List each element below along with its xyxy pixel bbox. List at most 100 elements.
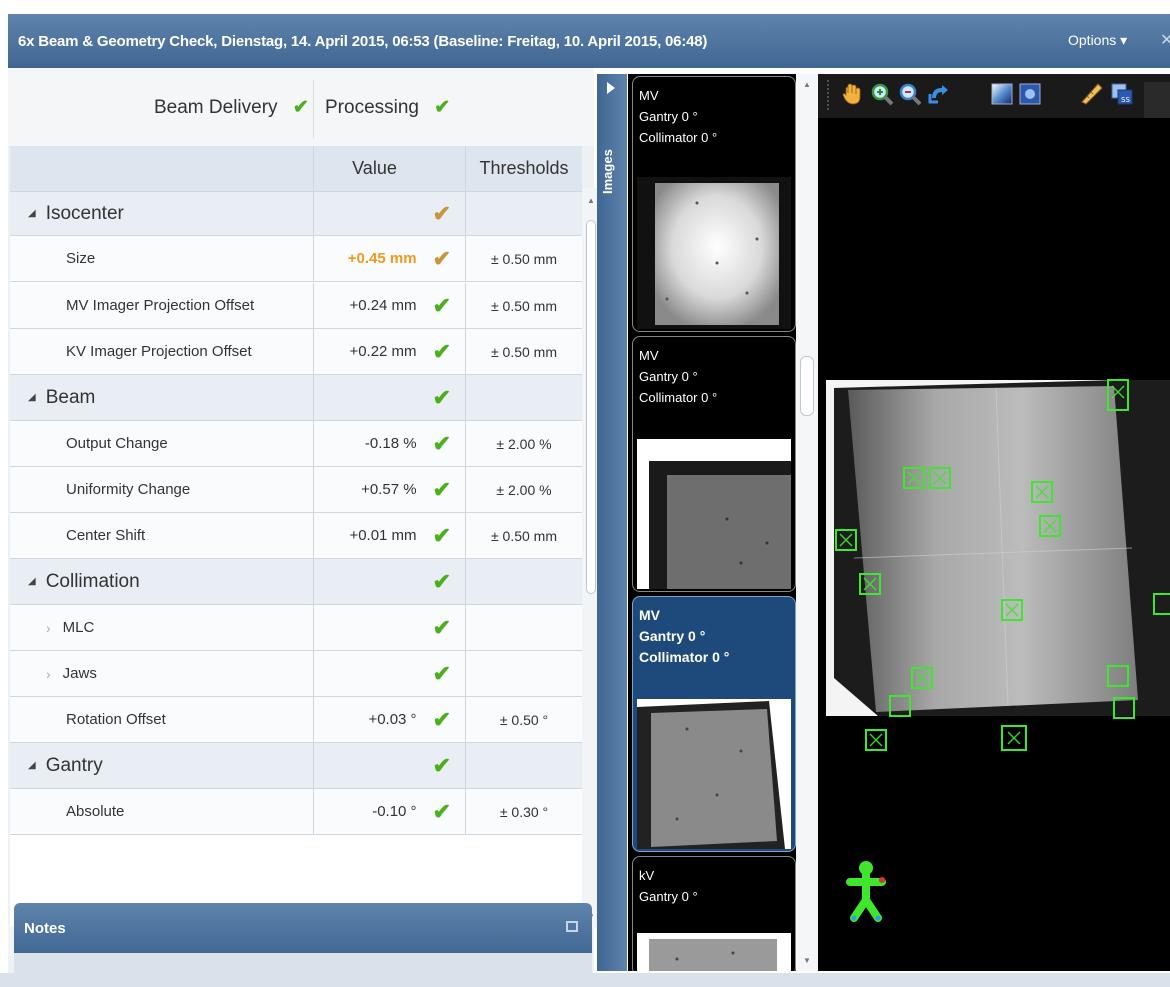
expand-chevron-icon[interactable]: › [46, 666, 51, 682]
zoom-in-icon[interactable] [870, 82, 894, 106]
grid-header-row: Value Thresholds [10, 146, 582, 192]
value-text: +0.01 mm [349, 527, 417, 544]
table-row[interactable]: Center Shift +0.01 mm ✔ ± 0.50 mm [10, 513, 582, 559]
value-cell: ✔ [314, 375, 466, 420]
value-text: +0.57 % [361, 481, 417, 498]
scroll-thumb[interactable] [586, 220, 596, 594]
table-row[interactable]: Size +0.45 mm ✔ ± 0.50 mm [10, 236, 582, 282]
value-cell: +0.03 ° ✔ [314, 697, 466, 742]
name-cell: ◢ Beam [10, 375, 314, 420]
row-label: KV Imager Projection Offset [66, 343, 252, 360]
window-title-bar: 6x Beam & Geometry Check, Dienstag, 14. … [8, 14, 1170, 68]
thumbnail-image [637, 439, 791, 589]
name-cell: MV Imager Projection Offset [10, 283, 314, 328]
table-row[interactable]: Uniformity Change +0.57 % ✔ ± 2.00 % [10, 467, 582, 513]
value-cell: -0.10 ° ✔ [314, 789, 466, 834]
thumbnail-image [637, 699, 791, 849]
table-row[interactable]: › MLC ✔ [10, 605, 582, 651]
table-row[interactable]: › Jaws ✔ [10, 651, 582, 697]
beam-delivery-label: Beam Delivery [154, 97, 278, 118]
thumbnail-scrollbar[interactable]: ▲ ▼ [796, 74, 818, 971]
collapse-triangle-icon[interactable]: ◢ [28, 760, 36, 771]
overlay-icon[interactable]: SS [1110, 82, 1134, 106]
viewer-toolbar: SS [818, 74, 1170, 118]
scroll-down-arrow-icon[interactable]: ▼ [803, 956, 811, 965]
value-column-header[interactable]: Value [314, 146, 466, 191]
scroll-up-arrow-icon[interactable]: ▲ [803, 80, 811, 89]
group-row[interactable]: ◢ Beam ✔ [10, 375, 582, 421]
name-cell: Center Shift [10, 513, 314, 558]
invert-icon[interactable] [1018, 82, 1042, 106]
name-cell: Absolute [10, 789, 314, 834]
maximize-icon[interactable] [566, 921, 578, 932]
options-menu-button[interactable]: Options ▾ [1068, 32, 1127, 49]
check-icon: ✔ [432, 706, 451, 732]
group-row[interactable]: ◢ Collimation ✔ [10, 559, 582, 605]
value-text: -0.18 % [364, 435, 417, 452]
window-title: 6x Beam & Geometry Check, Dienstag, 14. … [18, 32, 708, 50]
thumbnail-image [637, 933, 791, 971]
gantry-angle: Gantry 0 ° [639, 628, 706, 644]
notes-panel-header[interactable]: Notes [14, 903, 592, 953]
name-cell: Rotation Offset [10, 697, 314, 742]
toolbar-overflow[interactable] [1144, 82, 1170, 118]
collimator-angle: Collimator 0 ° [639, 130, 718, 145]
divider [313, 80, 314, 138]
value-text: +0.03 ° [368, 711, 417, 728]
check-icon: ✔ [432, 522, 451, 548]
expand-arrow-icon[interactable] [607, 82, 615, 94]
collimator-angle: Collimator 0 ° [639, 390, 718, 405]
row-label: Beam [45, 386, 96, 408]
value-cell: +0.01 mm ✔ [314, 513, 466, 558]
close-icon[interactable]: ✕ [1160, 30, 1170, 50]
thumbnail-caption: MV Gantry 0 ° Collimator 0 ° [639, 605, 729, 668]
gantry-angle: Gantry 0 ° [639, 369, 698, 384]
value-cell: ✔ [314, 651, 466, 696]
name-cell: › Jaws [10, 651, 314, 696]
table-row[interactable]: Output Change -0.18 % ✔ ± 2.00 % [10, 421, 582, 467]
image-viewer[interactable]: SS [818, 74, 1170, 971]
row-label: Center Shift [66, 527, 146, 544]
images-tab-label: Images [600, 149, 615, 194]
name-cell: ◢ Gantry [10, 743, 314, 788]
mv-image-canvas [818, 118, 1170, 971]
name-cell: ◢ Collimation [10, 559, 314, 604]
collapse-triangle-icon[interactable]: ◢ [28, 392, 36, 403]
image-modality: MV [639, 607, 660, 623]
threshold-cell [466, 559, 582, 604]
thumbnail-list: MV Gantry 0 ° Collimator 0 ° MV Gantry 0… [628, 74, 804, 971]
image-thumbnail[interactable]: MV Gantry 0 ° Collimator 0 ° [632, 76, 796, 332]
value-text: +0.24 mm [349, 297, 417, 314]
image-thumbnail-selected[interactable]: MV Gantry 0 ° Collimator 0 ° [632, 596, 796, 852]
image-thumbnail[interactable]: kV Gantry 0 ° [632, 856, 796, 971]
images-side-tab[interactable]: Images [597, 74, 627, 971]
collapse-triangle-icon[interactable]: ◢ [28, 208, 36, 219]
value-cell: +0.24 mm ✔ [314, 283, 466, 328]
row-label: Isocenter [45, 202, 124, 224]
group-row[interactable]: ◢ Gantry ✔ [10, 743, 582, 789]
collapse-triangle-icon[interactable]: ◢ [28, 576, 36, 587]
table-row[interactable]: Absolute -0.10 ° ✔ ± 0.30 ° [10, 789, 582, 835]
name-cell: KV Imager Projection Offset [10, 329, 314, 374]
pan-icon[interactable] [840, 82, 864, 106]
threshold-cell [466, 743, 582, 788]
name-cell: Output Change [10, 421, 314, 466]
value-text: -0.10 ° [372, 803, 417, 820]
image-modality: kV [639, 868, 655, 883]
undo-icon[interactable] [926, 82, 950, 106]
warning-check-icon: ✔ [432, 200, 451, 226]
table-row[interactable]: Rotation Offset +0.03 ° ✔ ± 0.50 ° [10, 697, 582, 743]
check-icon: ✔ [434, 97, 451, 118]
thresholds-column-header[interactable]: Thresholds [466, 146, 582, 191]
group-row[interactable]: ◢ Isocenter ✔ [10, 192, 582, 236]
threshold-cell: ± 2.00 % [496, 481, 552, 498]
zoom-out-icon[interactable] [898, 82, 922, 106]
measure-icon[interactable] [1080, 82, 1104, 106]
table-row[interactable]: MV Imager Projection Offset +0.24 mm ✔ ± 0.… [10, 283, 582, 329]
expand-chevron-icon[interactable]: › [46, 620, 51, 636]
scroll-thumb[interactable] [800, 356, 814, 416]
scroll-up-arrow-icon[interactable]: ▲ [587, 196, 595, 205]
image-thumbnail[interactable]: MV Gantry 0 ° Collimator 0 ° [632, 336, 796, 592]
table-row[interactable]: KV Imager Projection Offset +0.22 mm ✔ ± 0.… [10, 329, 582, 375]
window-level-icon[interactable] [990, 82, 1014, 106]
